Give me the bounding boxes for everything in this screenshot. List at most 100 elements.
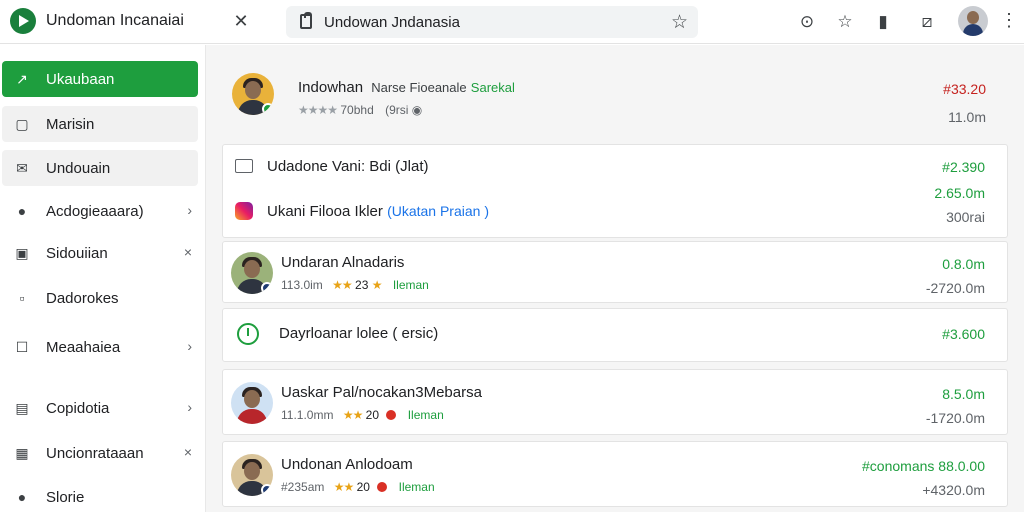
star-icon[interactable]: ☆: [671, 11, 688, 34]
info-icon[interactable]: ◉: [412, 103, 422, 117]
square-icon: ▫: [19, 290, 25, 306]
avatar[interactable]: [231, 454, 273, 496]
list-item[interactable]: Undonan Anlodoam #235am ★★ 20 Ileman #co…: [222, 441, 1008, 507]
play-logo-icon[interactable]: [10, 8, 36, 34]
card-amount: #2.390: [942, 159, 985, 175]
profile-amount-top: #33.20: [943, 81, 986, 97]
checkbox-icon[interactable]: [235, 159, 253, 173]
sidebar-item-label: Meaahaiea: [46, 339, 121, 356]
sidebar: ↗ Ukaubaan ▢ Marisin ✉ Undouain ● Acdogi…: [0, 45, 206, 512]
more-vert-icon[interactable]: ⋮: [1000, 10, 1018, 31]
card-amount: 8.5.0m: [942, 386, 985, 402]
star-outline-icon[interactable]: ☆: [834, 11, 856, 33]
profile-subtitle: Narse Fioeanale: [371, 80, 467, 95]
sidebar-item-ukaubaan[interactable]: ↗ Ukaubaan: [2, 61, 198, 97]
status-badge-icon: [261, 484, 273, 496]
card-amount: 2.65.0m: [934, 185, 985, 201]
sidebar-item-label: Marisin: [46, 116, 95, 133]
close-icon[interactable]: ✕: [230, 10, 252, 32]
list-item[interactable]: Uaskar Pal/nocakan3Mebarsa 11.1.0mm ★★ 2…: [222, 369, 1008, 435]
app-title: Undoman Incanaiai: [46, 12, 184, 29]
card-tag: Ileman: [407, 408, 444, 422]
calendar-icon: ▣: [15, 245, 29, 261]
card-amount: +4320.0m: [922, 482, 985, 498]
calendar-grid-icon: ▦: [15, 445, 29, 461]
profile-extra: (9rsi: [385, 103, 409, 117]
profile-name: Indowhan: [298, 79, 364, 96]
card-amount: -2720.0m: [925, 280, 985, 296]
search-bar[interactable]: ☆: [286, 6, 698, 38]
card-amount: -1720.0m: [925, 410, 985, 426]
avatar[interactable]: [231, 382, 273, 424]
avatar[interactable]: [231, 252, 273, 294]
card-title: Undonan Anlodoam: [281, 456, 413, 473]
chevron-right-icon: ›: [187, 202, 192, 218]
top-bar: Undoman Incanaiai ✕ ☆ ⊙ ☆ ▮ ⧄ ⋮: [0, 0, 1024, 44]
chart-icon: ↗: [16, 71, 28, 87]
card-amount: #3.600: [942, 326, 985, 342]
sidebar-item-label: Dadorokes: [46, 290, 119, 307]
chevron-right-icon: ›: [187, 338, 192, 354]
instagram-icon: [235, 202, 253, 220]
sidebar-item-sidouiian[interactable]: ▣ Sidouiian ×: [2, 235, 198, 271]
document-list-icon: ▤: [15, 400, 29, 416]
document-icon: [300, 12, 312, 29]
card-amount: 300rai: [946, 209, 985, 225]
rating-stars-icon: ★★★★: [298, 103, 338, 117]
card-line2: Ukani Filooa Ikler: [267, 203, 383, 220]
card-meta: #235am: [281, 480, 325, 494]
card-rating: 20: [356, 480, 370, 494]
sidebar-item-label: Undouain: [46, 160, 111, 177]
list-item[interactable]: Dayrloanar lolee ( ersic) #3.600: [222, 308, 1008, 362]
main-content: Indowhan Narse Fioeanale Sarekal ★★★★ 70…: [206, 45, 1024, 512]
card-meta: 113.0im: [281, 278, 323, 292]
card-link[interactable]: (Ukatan Praian ): [387, 203, 489, 219]
card-amount: #conomans 88.0.00: [862, 458, 985, 474]
sidebar-item-uncionrataaan[interactable]: ▦ Uncionrataaan ×: [2, 435, 198, 471]
status-dot-icon: [377, 482, 388, 492]
image-icon[interactable]: ⧄: [916, 11, 938, 33]
card-title: Dayrloanar lolee ( ersic): [279, 325, 439, 342]
file-icon: ▢: [15, 116, 29, 132]
mail-open-icon: ✉: [16, 160, 28, 176]
star-icon: ★★: [333, 480, 354, 494]
list-item[interactable]: Undaran Alnadaris 113.0im ★★ 23 ★ Ileman…: [222, 241, 1008, 303]
sidebar-item-undouain[interactable]: ✉ Undouain: [2, 150, 198, 186]
user-avatar[interactable]: [958, 6, 988, 36]
clock-icon[interactable]: ⊙: [796, 11, 818, 33]
edit-box-icon: ☐: [15, 339, 29, 355]
sidebar-item-acdogieaaara[interactable]: ● Acdogieaaara) ›: [2, 193, 198, 229]
sidebar-item-slorie[interactable]: ● Slorie: [2, 479, 198, 512]
account-icon: ●: [17, 203, 27, 219]
sidebar-item-label: Copidotia: [46, 400, 110, 417]
chevron-right-icon: ›: [187, 399, 192, 415]
card-tag: Ileman: [392, 278, 429, 292]
card-title: Uaskar Pal/nocakan3Mebarsa: [281, 384, 482, 401]
list-item[interactable]: Udadone Vani: Bdi (Jlat) Ukani Filooa Ik…: [222, 144, 1008, 238]
sidebar-item-meaahaiea[interactable]: ☐ Meaahaiea ›: [2, 329, 198, 365]
sidebar-item-copidotia[interactable]: ▤ Copidotia ›: [2, 390, 198, 426]
sidebar-item-dadorokes[interactable]: ▫ Dadorokes: [2, 280, 198, 316]
card-title: Undaran Alnadaris: [281, 254, 405, 271]
sidebar-item-marisin[interactable]: ▢ Marisin: [2, 106, 198, 142]
avatar[interactable]: [232, 73, 274, 115]
profile-amount-bottom: 11.0m: [948, 109, 986, 125]
status-badge-icon: [261, 282, 273, 294]
status-dot-icon: [386, 410, 397, 420]
sidebar-item-label: Sidouiian: [46, 245, 108, 262]
card-line1: Udadone Vani: Bdi (Jlat): [267, 158, 429, 175]
clock-icon: [237, 323, 259, 345]
sidebar-item-label: Ukaubaan: [46, 71, 115, 88]
card-amount: 0.8.0m: [942, 256, 985, 272]
close-small-icon: ×: [183, 444, 192, 460]
star-icon: ★: [371, 278, 383, 292]
search-input[interactable]: [324, 14, 644, 31]
star-icon: ★★: [332, 278, 352, 292]
circle-icon: ●: [17, 489, 27, 505]
sidebar-item-label: Acdogieaaara): [46, 203, 144, 220]
card-meta: 11.1.0mm: [281, 408, 334, 422]
card-rating: 23: [355, 278, 369, 292]
clipboard-icon[interactable]: ▮: [872, 11, 894, 33]
sidebar-item-label: Slorie: [46, 489, 85, 506]
card-tag: Ileman: [398, 480, 435, 494]
